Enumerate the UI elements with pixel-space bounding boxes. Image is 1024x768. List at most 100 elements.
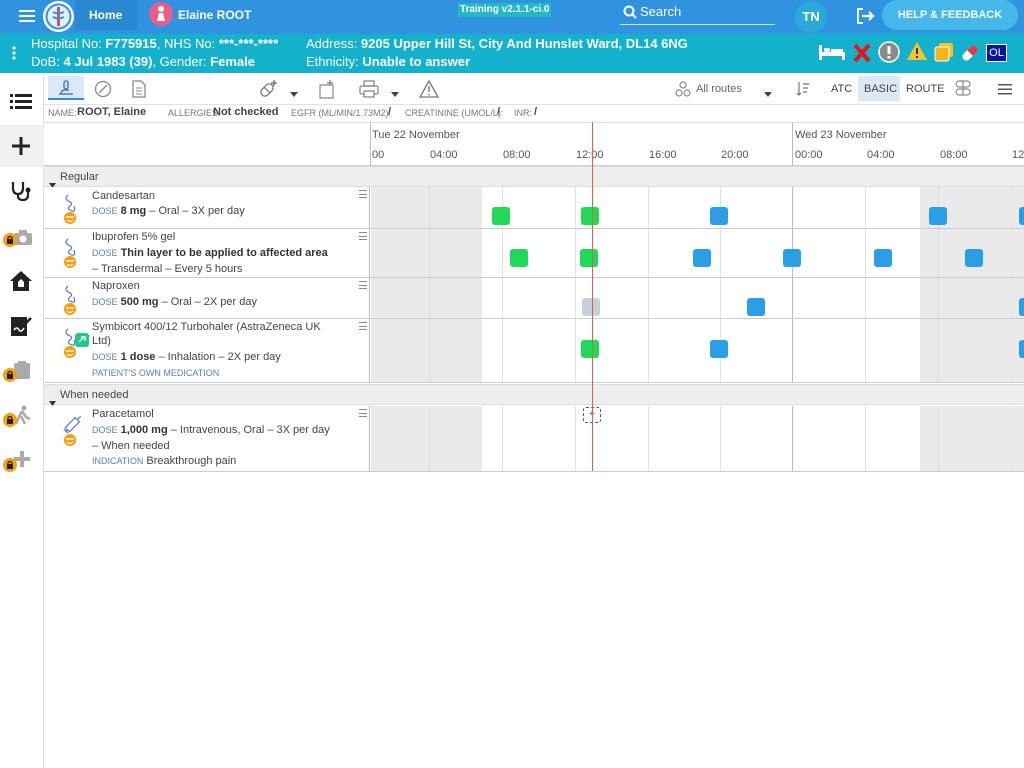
user-avatar[interactable]: TN <box>795 1 827 33</box>
more-vert-icon[interactable] <box>12 45 16 61</box>
columns-icon[interactable] <box>954 80 972 96</box>
patient-id-line: Hospital No: F775915, NHS No: ***-***-**… <box>31 36 278 51</box>
basic-toggle[interactable]: BASIC <box>864 79 897 99</box>
dose-scheduled-marker[interactable] <box>1019 340 1024 358</box>
no-resuscitate-icon[interactable] <box>853 43 871 63</box>
med-cell[interactable]: Symbicort 400/12 Turbohaler (AstraZeneca… <box>44 319 370 382</box>
routes-icon[interactable] <box>675 81 691 97</box>
dose-value: 1,000 mg <box>120 424 168 436</box>
dose-scheduled-marker[interactable] <box>710 340 728 358</box>
dose-scheduled-marker[interactable] <box>1019 207 1024 225</box>
dose-scheduled-marker[interactable] <box>1019 298 1024 316</box>
add-icon[interactable] <box>11 136 31 156</box>
stethoscope-icon[interactable] <box>10 180 32 202</box>
patient-own-med-label: PATIENT'S OWN MEDICATION <box>92 368 220 378</box>
egfr-value: / <box>388 106 392 118</box>
print-icon[interactable] <box>359 80 379 98</box>
collapse-caret-icon[interactable] <box>49 175 56 188</box>
hand-medication-icon <box>57 79 75 97</box>
dose-scheduled-marker[interactable] <box>965 249 983 267</box>
oral-medication-icon <box>62 283 82 317</box>
med-row-candesartan[interactable]: Candesartan DOSE 8 mg – Oral – 3X per da… <box>44 187 1024 229</box>
add-order-set-icon[interactable] <box>317 79 337 99</box>
warning-outline-icon[interactable] <box>418 79 440 98</box>
name-label: NAME: <box>48 108 77 118</box>
dose-scheduled-marker[interactable] <box>693 249 711 267</box>
add-medication-icon[interactable] <box>258 79 278 99</box>
patient-banner: Hospital No: F775915, NHS No: ***-***-**… <box>0 34 1024 73</box>
environment-badge: Training v2.1.1-ci.0 <box>458 3 552 17</box>
notes-icon[interactable] <box>933 41 955 63</box>
search-placeholder: Search <box>640 4 682 19</box>
home-care-icon[interactable] <box>9 270 33 292</box>
menu-icon[interactable] <box>19 9 35 23</box>
dose-given-marker[interactable] <box>510 249 528 267</box>
dose-given-marker[interactable] <box>492 207 510 225</box>
bed-icon[interactable] <box>818 43 846 61</box>
med-name-cont[interactable]: Ltd) <box>92 335 111 347</box>
dose-given-marker[interactable] <box>581 340 599 358</box>
section-regular[interactable]: Regular <box>44 166 1024 188</box>
tick-label: 12:00 <box>576 149 604 161</box>
view-chart-button[interactable] <box>48 76 84 100</box>
address-label: Address: <box>306 36 361 51</box>
patient-short-name[interactable]: Elaine ROOT <box>178 8 251 22</box>
row-menu-icon[interactable] <box>359 281 367 289</box>
med-row-paracetamol[interactable]: Paracetamol DOSE 1,000 mg – Intravenous,… <box>44 406 1024 472</box>
med-cell[interactable]: Paracetamol DOSE 1,000 mg – Intravenous,… <box>44 406 370 471</box>
dose-scheduled-marker[interactable] <box>874 249 892 267</box>
atc-toggle[interactable]: ATC <box>831 79 852 99</box>
pill-toggle-icon[interactable] <box>94 80 112 98</box>
search-field[interactable]: Search <box>620 2 775 25</box>
app-logo-icon[interactable] <box>43 1 74 32</box>
home-label[interactable]: Home <box>89 8 122 22</box>
med-cell[interactable]: Candesartan DOSE 8 mg – Oral – 3X per da… <box>44 187 370 228</box>
ol-badge[interactable]: OL <box>986 44 1007 62</box>
top-bar: Home Elaine ROOT Training v2.1.1-ci.0 Se… <box>0 0 1024 34</box>
medication-pill-icon[interactable] <box>959 42 981 64</box>
gender: Female <box>210 54 256 69</box>
hamburger-menu-icon[interactable] <box>998 83 1012 95</box>
alert-circle-icon[interactable] <box>878 41 900 63</box>
dropdown-caret-icon[interactable] <box>391 86 399 97</box>
dropdown-caret-icon[interactable] <box>764 86 772 97</box>
med-cell[interactable]: Ibuprofen 5% gel DOSE Thin layer to be a… <box>44 229 370 277</box>
dose-scheduled-marker[interactable] <box>929 207 947 225</box>
route-toggle[interactable]: ROUTE <box>906 79 945 99</box>
row-menu-icon[interactable] <box>359 190 367 198</box>
dose-scheduled-marker[interactable] <box>710 207 728 225</box>
med-name[interactable]: Naproxen <box>92 280 140 292</box>
dob: 4 Jul 1983 (39) <box>63 54 153 69</box>
creatinine-label: CREATININE (UMOL/L): <box>405 108 504 118</box>
dose-given-marker[interactable] <box>581 207 599 225</box>
routes-select[interactable]: All routes <box>696 79 742 99</box>
help-feedback-button[interactable]: HELP & FEEDBACK <box>882 0 1018 30</box>
oral-medication-icon <box>62 236 82 270</box>
row-menu-icon[interactable] <box>359 409 367 417</box>
section-when-needed[interactable]: When needed <box>44 384 1024 406</box>
logout-icon[interactable] <box>856 7 876 25</box>
list-icon[interactable] <box>10 93 32 109</box>
dose-value: 8 mg <box>120 205 147 217</box>
signed-document-icon[interactable] <box>10 315 32 337</box>
collapse-caret-icon[interactable] <box>49 393 56 406</box>
dose-given-marker[interactable] <box>580 249 598 267</box>
dropdown-caret-icon[interactable] <box>290 86 298 97</box>
med-row-naproxen[interactable]: Naproxen DOSE 500 mg – Oral – 2X per day <box>44 278 1024 319</box>
warning-icon[interactable] <box>906 41 928 61</box>
row-menu-icon[interactable] <box>359 232 367 240</box>
row-menu-icon[interactable] <box>359 322 367 330</box>
med-cell[interactable]: Naproxen DOSE 500 mg – Oral – 2X per day <box>44 278 370 318</box>
med-row-symbicort[interactable]: Symbicort 400/12 Turbohaler (AstraZeneca… <box>44 319 1024 383</box>
med-name[interactable]: Symbicort 400/12 Turbohaler (AstraZeneca… <box>92 321 321 333</box>
med-name[interactable]: Paracetamol <box>92 408 154 420</box>
sort-icon[interactable] <box>796 81 810 97</box>
med-name[interactable]: Ibuprofen 5% gel <box>92 231 175 243</box>
dose-scheduled-marker[interactable] <box>783 249 801 267</box>
dose-scheduled-marker[interactable] <box>747 298 765 316</box>
med-indication: INDICATION Breakthrough pain <box>92 455 236 467</box>
med-name[interactable]: Candesartan <box>92 190 155 202</box>
allergies-value[interactable]: Not checked <box>213 106 278 118</box>
dose-pending-marker[interactable] <box>582 298 600 316</box>
document-icon[interactable] <box>132 80 146 98</box>
